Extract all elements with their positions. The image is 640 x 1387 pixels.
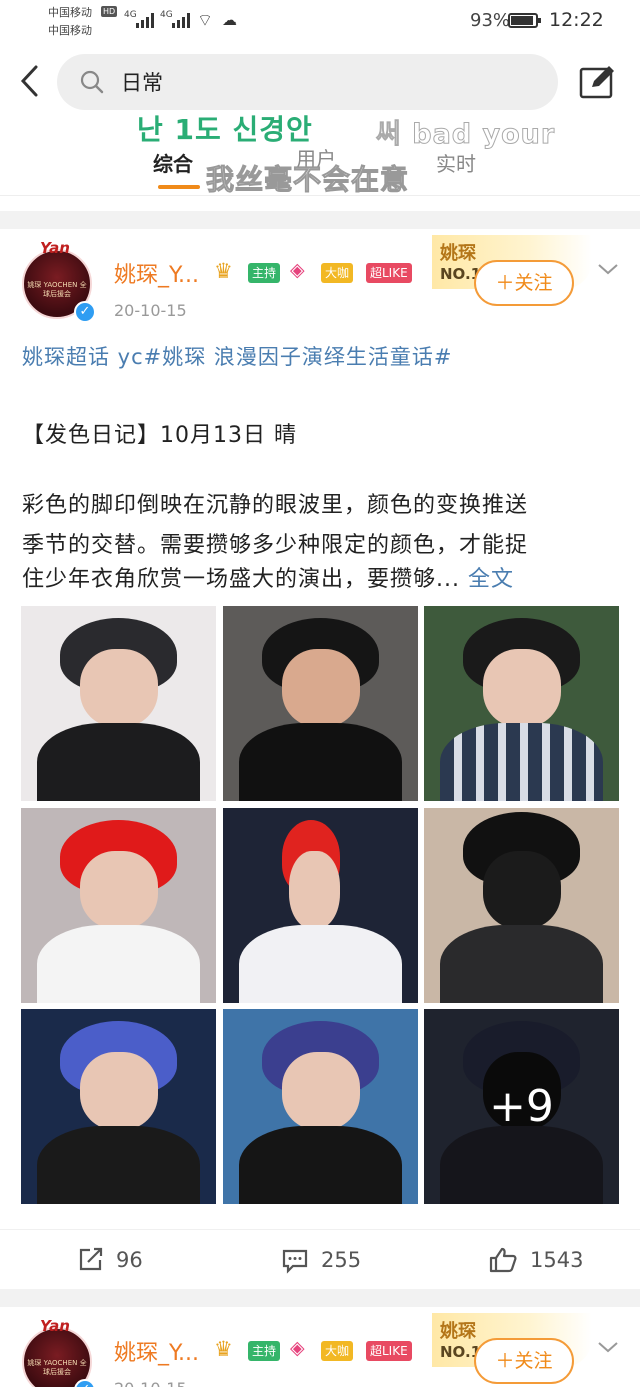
follow-label: 关注 [514, 272, 553, 294]
carrier-label: 中国移动 [48, 6, 92, 19]
clock: 12:22 [549, 9, 604, 31]
search-bar[interactable] [57, 54, 558, 110]
vip-badge: 大咖 [321, 1341, 354, 1361]
verified-icon: ✓ [74, 1379, 96, 1387]
diamond-icon: ◈ [290, 1337, 305, 1359]
compose-icon[interactable] [578, 63, 618, 101]
like-button[interactable]: 1543 [488, 1246, 583, 1274]
vip-badge: 大咖 [321, 263, 354, 283]
verified-icon: ✓ [74, 301, 96, 323]
wifi-icon: ⌔ [197, 11, 213, 31]
post-card[interactable]: Yan 姚琛 YAOCHEN 全球后援会 ✓ 姚琛_Y... ♛ 主持 ◈ 大咖… [0, 1307, 640, 1387]
back-icon[interactable] [18, 64, 44, 98]
avatar[interactable]: Yan 姚琛 YAOCHEN 全球后援会 ✓ [22, 1317, 96, 1387]
username[interactable]: 姚琛_Y... [114, 257, 199, 289]
diamond-icon: ◈ [290, 259, 305, 281]
post-text-line-content: 住少年衣角欣赏一场盛大的演出，要攒够... [22, 567, 460, 592]
battery-icon [508, 13, 541, 28]
tab-all[interactable]: 综合 [153, 148, 193, 177]
hd-badge: HD [101, 6, 118, 17]
photo-grid: +9 [21, 606, 619, 1204]
photo-thumbnail[interactable] [424, 606, 619, 801]
super-like-badge: 超LIKE [366, 263, 412, 283]
topic-link[interactable]: 姚琛超话 yc#姚琛 浪漫因子演绎生活童话# [22, 341, 453, 371]
repost-button[interactable]: 96 [76, 1246, 143, 1274]
signal-icon [136, 12, 154, 28]
lyric-overlay: 我丝毫不会在意 [205, 163, 410, 197]
photo-thumbnail[interactable]: +9 [424, 1009, 619, 1204]
photo-thumbnail[interactable] [424, 808, 619, 1003]
section-divider [0, 1289, 640, 1307]
comment-button[interactable]: 255 [281, 1246, 361, 1274]
chevron-down-icon[interactable] [594, 259, 622, 279]
plus-icon: ＋ [495, 1350, 515, 1372]
active-tab-indicator [158, 185, 200, 189]
avatar-caption: Yan [40, 239, 70, 257]
post-text-line: 住少年衣角欣赏一场盛大的演出，要攒够... 全文 [22, 561, 514, 593]
follow-button[interactable]: ＋关注 [474, 260, 574, 306]
photo-thumbnail[interactable] [21, 606, 216, 801]
avatar[interactable]: Yan 姚琛 YAOCHEN 全球后援会 ✓ [22, 239, 96, 323]
repost-icon [79, 1247, 103, 1271]
super-like-badge: 超LIKE [366, 1341, 412, 1361]
repost-count: 96 [116, 1248, 143, 1272]
username[interactable]: 姚琛_Y... [114, 1335, 199, 1367]
avatar-text: 姚琛 YAOCHEN 全球后援会 [27, 281, 87, 298]
carrier-label: 中国移动 [48, 24, 92, 37]
crown-icon: ♛ [214, 1337, 233, 1361]
comment-icon [282, 1249, 308, 1274]
host-badge: 主持 [248, 1341, 281, 1361]
like-count: 1543 [530, 1248, 584, 1272]
photo-thumbnail[interactable] [223, 606, 418, 801]
crown-icon: ♛ [214, 259, 233, 283]
photo-thumbnail[interactable] [223, 1009, 418, 1204]
avatar-text: 姚琛 YAOCHEN 全球后援会 [27, 1359, 87, 1376]
wechat-icon: ☁ [222, 11, 237, 29]
follow-label: 关注 [514, 1350, 553, 1372]
battery-percent: 93% [470, 10, 511, 31]
search-icon [80, 70, 104, 94]
chevron-down-icon[interactable] [594, 1337, 622, 1357]
comment-count: 255 [321, 1248, 362, 1272]
lyric-overlay: 난 1도 신경안 [137, 113, 313, 146]
post-date: 20-10-15 [114, 1379, 187, 1387]
rank-name: 姚琛 [440, 243, 476, 264]
tab-realtime[interactable]: 实时 [436, 148, 476, 177]
photo-thumbnail[interactable] [21, 808, 216, 1003]
follow-button[interactable]: ＋关注 [474, 1338, 574, 1384]
plus-icon: ＋ [495, 272, 515, 294]
more-photos-count[interactable]: +9 [424, 1009, 619, 1204]
expand-link[interactable]: 全文 [468, 567, 514, 592]
post-actions: 96 255 1543 [0, 1229, 640, 1289]
post-date: 20-10-15 [114, 301, 187, 320]
lyric-overlay: 써 bad your [375, 119, 556, 151]
post-title: 【发色日记】10月13日 晴 [22, 423, 297, 448]
host-badge: 主持 [248, 263, 281, 283]
search-input[interactable] [121, 66, 521, 98]
post-text-line: 季节的交替。需要攒够多少种限定的颜色，才能捉 [22, 533, 529, 558]
status-bar: 中国移动 HD 中国移动 4G 4G ⌔ ☁ 93% 12:22 [0, 0, 640, 44]
photo-thumbnail[interactable] [223, 808, 418, 1003]
signal-icon [172, 12, 190, 28]
post-text-line: 彩色的脚印倒映在沉静的眼波里，颜色的变换推送 [22, 493, 529, 518]
section-divider [0, 211, 640, 229]
thumbs-up-icon [489, 1247, 517, 1273]
avatar-caption: Yan [40, 1317, 70, 1335]
post-card[interactable]: Yan 姚琛 YAOCHEN 全球后援会 ✓ 姚琛_Y... ♛ 主持 ◈ 大咖… [0, 229, 640, 1289]
network-type: 4G [124, 10, 137, 20]
network-type: 4G [160, 10, 173, 20]
photo-thumbnail[interactable] [21, 1009, 216, 1204]
rank-name: 姚琛 [440, 1321, 476, 1342]
